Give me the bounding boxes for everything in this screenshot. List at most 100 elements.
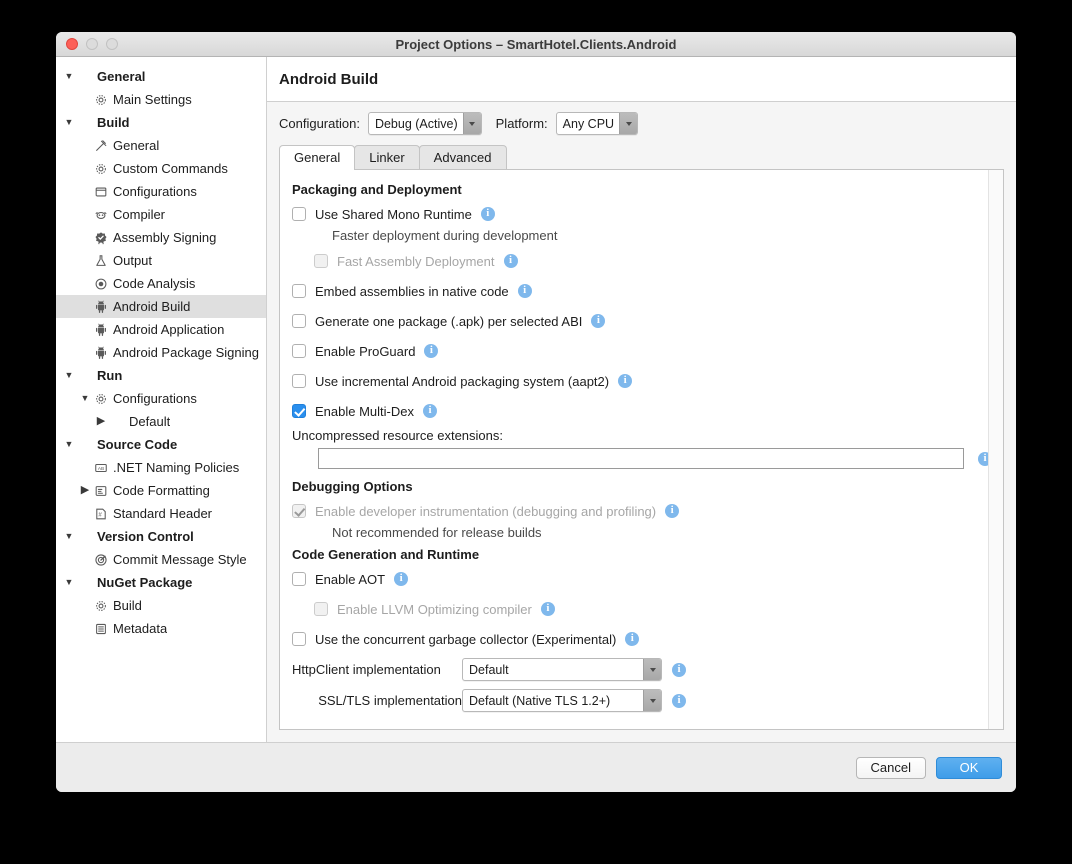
info-icon[interactable] [625,632,640,646]
checkbox-embed-assemblies[interactable] [292,284,306,298]
row-use-shared-mono-runtime[interactable]: Use Shared Mono Runtime [292,203,1003,225]
sidebar-item-general[interactable]: ▼ General [56,65,266,88]
sidebar-item-assembly-signing[interactable]: ▶Assembly Signing [56,226,266,249]
checkbox-enable-proguard[interactable] [292,344,306,358]
info-icon[interactable] [423,404,437,418]
tab-linker[interactable]: Linker [354,145,420,169]
hash-icon: # [92,507,110,521]
close-button-icon[interactable] [66,38,78,50]
sidebar-item-configurations[interactable]: ▼ Configurations [56,387,266,410]
sidebar-item-metadata[interactable]: ▶Metadata [56,617,266,640]
label-generate-one-package: Generate one package (.apk) per selected… [315,313,583,329]
row-enable-llvm: Enable LLVM Optimizing compiler [292,598,1003,620]
row-enable-aot[interactable]: Enable AOT [292,568,1003,590]
checkbox-use-incremental-aapt2[interactable] [292,374,306,388]
chevron-right-icon[interactable]: ▶ [78,485,92,496]
sidebar-item-label: General [97,69,146,84]
sidebar-item-build[interactable]: ▶Build [56,594,266,617]
section-title-debugging: Debugging Options [292,479,413,494]
info-icon[interactable] [672,662,686,677]
sidebar-item-android-package-signing[interactable]: ▶Android Package Signing [56,341,266,364]
sidebar-item-general[interactable]: ▶General [56,134,266,157]
row-embed-assemblies[interactable]: Embed assemblies in native code [292,280,1003,302]
row-httpclient-implementation: HttpClient implementation Default [292,658,1003,681]
checkbox-use-shared-mono-runtime[interactable] [292,207,306,221]
checkbox-enable-aot[interactable] [292,572,306,586]
sidebar-item-nuget-package[interactable]: ▼ NuGet Package [56,571,266,594]
row-use-incremental-aapt2[interactable]: Use incremental Android packaging system… [292,370,1003,392]
zoom-button-icon[interactable] [106,38,118,50]
options-tree-sidebar[interactable]: ▼General▶Main Settings▼Build▶General▶Cus… [56,57,267,742]
tab-label: Advanced [433,150,492,165]
checkbox-enable-multi-dex[interactable] [292,404,306,418]
chevron-down-icon[interactable]: ▼ [62,72,76,81]
ssltls-implementation-dropdown[interactable]: Default (Native TLS 1.2+) [462,689,662,712]
chevron-down-icon[interactable]: ▼ [62,532,76,541]
uncompressed-extensions-input[interactable] [318,448,964,469]
info-icon[interactable] [540,602,555,616]
tab-advanced[interactable]: Advanced [418,145,507,169]
chevron-down-icon[interactable]: ▼ [62,440,76,449]
sidebar-item-compiler[interactable]: ▶Compiler [56,203,266,226]
checkbox-concurrent-gc[interactable] [292,632,306,646]
sidebar-item-build[interactable]: ▼ Build [56,111,266,134]
sidebar-item-label: Custom Commands [113,161,228,176]
hammer-icon [92,139,110,153]
flask-icon [92,254,110,268]
info-icon[interactable] [665,504,680,518]
chevron-down-icon[interactable]: ▼ [62,578,76,587]
ok-button[interactable]: OK [936,756,1002,779]
gear-icon [92,93,110,107]
sidebar-item-label: .NET Naming Policies [113,460,240,475]
sidebar-item-commit-message-style[interactable]: ▶Commit Message Style [56,548,266,571]
info-icon[interactable] [394,572,409,586]
info-icon[interactable] [591,314,606,328]
info-icon[interactable] [618,374,633,388]
chevron-right-icon[interactable]: ▶ [94,416,108,427]
sidebar-item-output[interactable]: ▶Output [56,249,266,272]
checkbox-generate-one-package[interactable] [292,314,306,328]
sidebar-item-android-application[interactable]: ▶Android Application [56,318,266,341]
checkbox-enable-llvm [314,602,328,616]
sidebar-item-standard-header[interactable]: ▶#Standard Header [56,502,266,525]
sidebar-item-source-code[interactable]: ▼ Source Code [56,433,266,456]
main-panel: Android Build Configuration: Debug (Acti… [267,57,1016,742]
info-icon[interactable] [480,207,495,221]
sidebar-item-label: General [113,138,160,153]
row-enable-proguard[interactable]: Enable ProGuard [292,340,1003,362]
panel-scrollbar[interactable] [988,170,1003,729]
sidebar-item-net-naming-policies[interactable]: ▶AB.NET Naming Policies [56,456,266,479]
row-enable-multi-dex[interactable]: Enable Multi-Dex [292,400,1003,422]
cancel-button[interactable]: Cancel [855,756,926,779]
sidebar-item-run[interactable]: ▼ Run [56,364,266,387]
sidebar-item-custom-commands[interactable]: ▶Custom Commands [56,157,266,180]
row-generate-one-package[interactable]: Generate one package (.apk) per selected… [292,310,1003,332]
row-concurrent-gc[interactable]: Use the concurrent garbage collector (Ex… [292,628,1003,650]
tab-general[interactable]: General [279,145,356,170]
sidebar-item-code-formatting[interactable]: ▶ Code Formatting [56,479,266,502]
sidebar-item-configurations[interactable]: ▶Configurations [56,180,266,203]
sidebar-item-label: Default [129,414,171,429]
sidebar-item-main-settings[interactable]: ▶Main Settings [56,88,266,111]
row-fast-assembly-deployment[interactable]: Fast Assembly Deployment [292,250,1003,272]
chevron-down-icon[interactable]: ▼ [62,371,76,380]
chevron-down-icon[interactable]: ▼ [78,394,92,403]
info-icon[interactable] [503,254,518,268]
android-icon [92,323,110,337]
chevron-down-icon[interactable]: ▼ [62,118,76,127]
minimize-button-icon[interactable] [86,38,98,50]
configuration-dropdown[interactable]: Debug (Active) [367,112,482,135]
sidebar-item-default[interactable]: ▶ Default [56,410,266,433]
sidebar-item-label: Compiler [113,207,166,222]
row-enable-developer-instrumentation: Enable developer instrumentation (debugg… [292,500,1003,522]
sidebar-item-version-control[interactable]: ▼ Version Control [56,525,266,548]
info-icon[interactable] [517,284,532,298]
platform-dropdown[interactable]: Any CPU [555,112,639,135]
info-icon[interactable] [672,693,686,708]
sidebar-item-code-analysis[interactable]: ▶Code Analysis [56,272,266,295]
window-body: ▼General▶Main Settings▼Build▶General▶Cus… [56,57,1016,742]
sidebar-item-android-build[interactable]: ▶Android Build [56,295,266,318]
httpclient-implementation-dropdown[interactable]: Default [462,658,662,681]
target-icon [92,553,110,567]
info-icon[interactable] [424,344,439,358]
